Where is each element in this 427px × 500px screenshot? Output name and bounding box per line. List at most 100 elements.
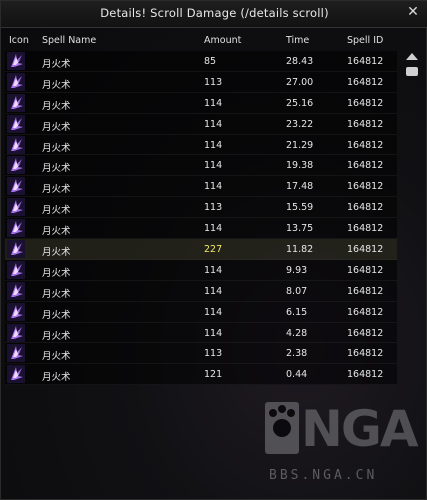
spell-icon [7, 240, 25, 259]
time: 25.16 [286, 97, 314, 109]
table-row[interactable]: 月火术 114 6.15 164812 [5, 301, 397, 323]
spell-icon [7, 135, 25, 154]
spell-icon [7, 52, 25, 70]
column-amount[interactable]: Amount [204, 35, 241, 46]
column-header: Icon Spell Name Amount Time Spell ID [1, 31, 401, 49]
time: 15.59 [286, 202, 314, 214]
amount: 113 [204, 76, 223, 88]
time: 11.82 [286, 244, 314, 256]
spell-id: 164812 [347, 285, 384, 297]
spell-name: 月火术 [42, 205, 71, 217]
column-time[interactable]: Time [286, 35, 309, 46]
spell-name: 月火术 [42, 330, 71, 342]
spell-icon [7, 156, 25, 175]
amount: 114 [204, 118, 223, 130]
close-icon[interactable]: ✕ [406, 4, 420, 20]
scroll-thumb[interactable] [406, 67, 418, 76]
spell-id: 164812 [347, 56, 384, 67]
table-row[interactable]: 月火术 114 8.07 164812 [5, 280, 397, 302]
title-bar[interactable]: Details! Scroll Damage (/details scroll)… [1, 1, 427, 28]
spell-id: 164812 [347, 76, 384, 88]
spell-id: 164812 [347, 118, 384, 130]
spell-name: 月火术 [42, 372, 71, 384]
time: 2.38 [286, 348, 308, 360]
spell-name: 月火术 [42, 163, 71, 175]
amount: 114 [204, 306, 223, 318]
spell-icon [7, 219, 25, 238]
table-row[interactable]: 月火术 114 25.16 164812 [5, 92, 397, 114]
spell-icon [7, 365, 25, 384]
spell-name: 月火术 [42, 142, 71, 154]
amount: 113 [204, 202, 223, 214]
spell-icon [7, 114, 25, 133]
table-row[interactable]: 月火术 121 0.44 164812 [5, 364, 397, 386]
amount: 114 [204, 327, 223, 339]
spell-id: 164812 [347, 202, 384, 214]
table-row[interactable]: 月火术 114 9.93 164812 [5, 259, 397, 281]
column-spell-id[interactable]: Spell ID [347, 35, 383, 46]
table-row[interactable]: 月火术 114 19.38 164812 [5, 155, 397, 177]
spell-name: 月火术 [42, 59, 71, 70]
spell-name: 月火术 [42, 184, 71, 196]
spell-icon [7, 260, 25, 279]
details-window: Details! Scroll Damage (/details scroll)… [0, 0, 427, 500]
spell-icon [7, 323, 25, 342]
scroll-up-icon[interactable] [406, 53, 418, 60]
nga-logo-icon [265, 402, 299, 454]
time: 17.48 [286, 181, 314, 193]
table-row[interactable]: 月火术 113 15.59 164812 [5, 197, 397, 219]
time: 8.07 [286, 285, 308, 297]
spell-name: 月火术 [42, 100, 71, 112]
spell-id: 164812 [347, 223, 384, 235]
watermark: NGA BBS.NGA.CN [263, 396, 423, 496]
time: 13.75 [286, 223, 314, 235]
column-spell-name[interactable]: Spell Name [42, 35, 96, 46]
spell-id: 164812 [347, 306, 384, 318]
table-row[interactable]: 月火术 114 4.28 164812 [5, 322, 397, 344]
table-row[interactable]: 月火术 114 17.48 164812 [5, 176, 397, 198]
time: 19.38 [286, 160, 314, 172]
watermark-brand: NGA [301, 400, 419, 458]
spell-id: 164812 [347, 264, 384, 276]
spell-icon [7, 344, 25, 363]
spell-id: 164812 [347, 97, 384, 109]
time: 0.44 [286, 369, 308, 381]
spell-id: 164812 [347, 181, 384, 193]
spell-name: 月火术 [42, 121, 71, 133]
amount: 113 [204, 348, 223, 360]
spell-icon [7, 93, 25, 112]
spell-name: 月火术 [42, 309, 71, 321]
amount: 114 [204, 97, 223, 109]
spell-icon [7, 198, 25, 217]
spell-name: 月火术 [42, 351, 71, 363]
spell-name: 月火术 [42, 79, 71, 91]
time: 6.15 [286, 306, 308, 318]
time: 9.93 [286, 264, 308, 276]
column-icon: Icon [9, 35, 29, 46]
spell-icon [7, 72, 25, 91]
spell-name: 月火术 [42, 247, 71, 259]
spell-icon [7, 302, 25, 321]
amount: 121 [204, 369, 223, 381]
spell-name: 月火术 [42, 226, 71, 238]
spell-id: 164812 [347, 348, 384, 360]
spell-name: 月火术 [42, 267, 71, 279]
spell-icon [7, 177, 25, 196]
amount: 114 [204, 223, 223, 235]
table-row[interactable]: 月火术 227 11.82 164812 [5, 239, 397, 260]
table-row[interactable]: 月火术 113 27.00 164812 [5, 71, 397, 93]
spell-id: 164812 [347, 369, 384, 381]
table-row[interactable]: 月火术 85 28.43 164812 [5, 51, 397, 72]
amount: 227 [204, 244, 223, 256]
time: 27.00 [286, 76, 314, 88]
scrollbar[interactable] [402, 51, 424, 391]
spell-name: 月火术 [42, 288, 71, 300]
watermark-url: BBS.NGA.CN [269, 468, 378, 483]
amount: 85 [204, 56, 217, 67]
table-row[interactable]: 月火术 114 13.75 164812 [5, 218, 397, 240]
table-row[interactable]: 月火术 114 21.29 164812 [5, 134, 397, 156]
spell-id: 164812 [347, 327, 384, 339]
table-row[interactable]: 月火术 113 2.38 164812 [5, 343, 397, 365]
damage-list: 月火术 85 28.43 164812 月火术 113 27.00 164812 月火术 114 2… [5, 51, 397, 386]
table-row[interactable]: 月火术 114 23.22 164812 [5, 113, 397, 135]
